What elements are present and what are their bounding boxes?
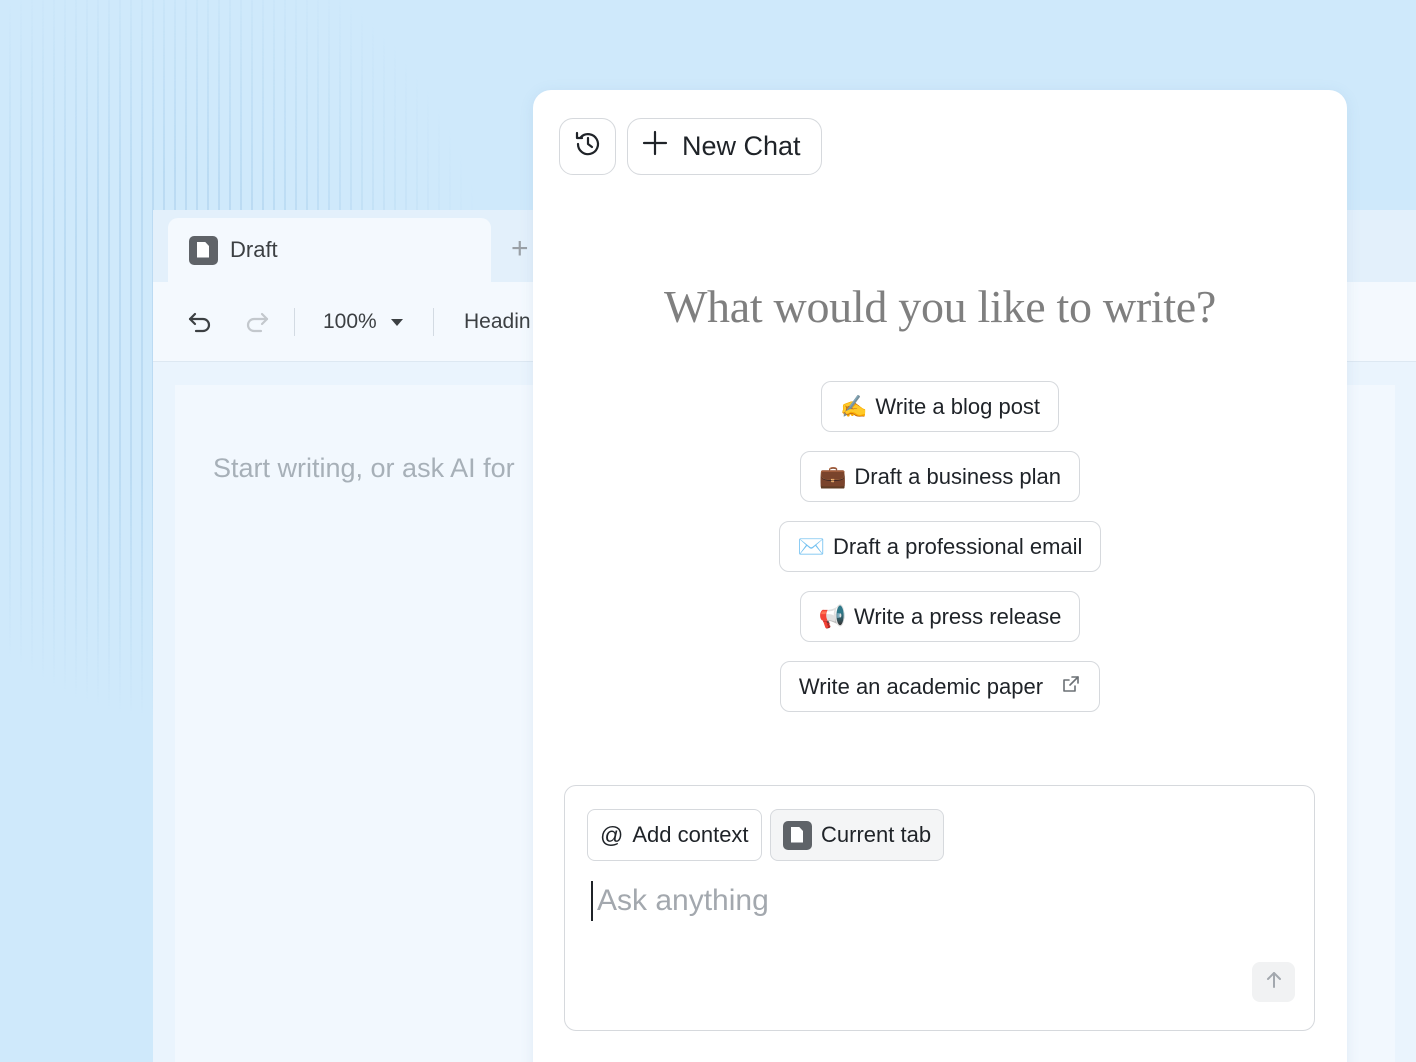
new-chat-button[interactable]: New Chat	[627, 118, 822, 175]
page-title: What would you like to write?	[663, 281, 1217, 332]
suggestion-label: Write an academic paper	[798, 673, 1044, 699]
redo-icon[interactable]	[243, 308, 271, 336]
briefcase-icon: 💼	[818, 463, 847, 489]
zoom-value: 100%	[323, 310, 377, 333]
toolbar-divider	[433, 308, 434, 336]
new-chat-label: New Chat	[682, 131, 801, 161]
arrow-up-icon	[1264, 970, 1284, 995]
chevron-down-icon	[390, 318, 403, 326]
document-icon	[189, 235, 218, 265]
add-tab-button[interactable]: +	[511, 234, 529, 264]
history-icon	[573, 129, 603, 164]
add-context-button[interactable]: @ Add context	[587, 809, 762, 861]
envelope-icon: ✉️	[797, 533, 825, 559]
send-button[interactable]	[1252, 962, 1295, 1002]
suggestion-label: Write a press release	[853, 603, 1062, 629]
current-tab-chip[interactable]: Current tab	[770, 809, 945, 861]
add-context-label: Add context	[632, 822, 749, 847]
suggestion-business-plan[interactable]: 💼 Draft a business plan	[799, 451, 1081, 502]
chat-input[interactable]	[591, 881, 1231, 921]
history-button[interactable]	[559, 118, 616, 175]
ai-chat-panel: New Chat What would you like to write? ✍…	[533, 90, 1347, 1062]
zoom-dropdown[interactable]: 100%	[323, 308, 403, 336]
suggestion-label: Draft a business plan	[854, 463, 1062, 489]
current-tab-label: Current tab	[821, 822, 932, 847]
suggestion-academic-paper[interactable]: Write an academic paper	[779, 661, 1101, 712]
toolbar-divider	[294, 308, 295, 336]
tab-label: Draft	[230, 237, 278, 262]
chat-composer: @ Add context Current tab	[564, 785, 1315, 1031]
undo-icon[interactable]	[186, 308, 214, 336]
suggestion-label: Write a blog post	[875, 393, 1041, 419]
suggestion-professional-email[interactable]: ✉️ Draft a professional email	[778, 521, 1102, 572]
suggestion-blog-post[interactable]: ✍️ Write a blog post	[820, 381, 1060, 432]
writing-hand-icon: ✍️	[839, 393, 868, 419]
document-icon	[783, 820, 812, 850]
at-icon: @	[600, 821, 624, 848]
external-link-icon	[1061, 674, 1081, 700]
suggestion-press-release[interactable]: 📢 Write a press release	[799, 591, 1081, 642]
document-placeholder: Start writing, or ask AI for	[213, 453, 515, 483]
plus-icon	[642, 130, 668, 163]
suggestion-list: ✍️ Write a blog post 💼 Draft a business …	[533, 381, 1347, 712]
tab-draft[interactable]: Draft	[168, 218, 491, 282]
suggestion-label: Draft a professional email	[832, 533, 1083, 559]
text-style-dropdown[interactable]: Headin	[464, 308, 531, 336]
megaphone-icon: 📢	[818, 603, 846, 629]
